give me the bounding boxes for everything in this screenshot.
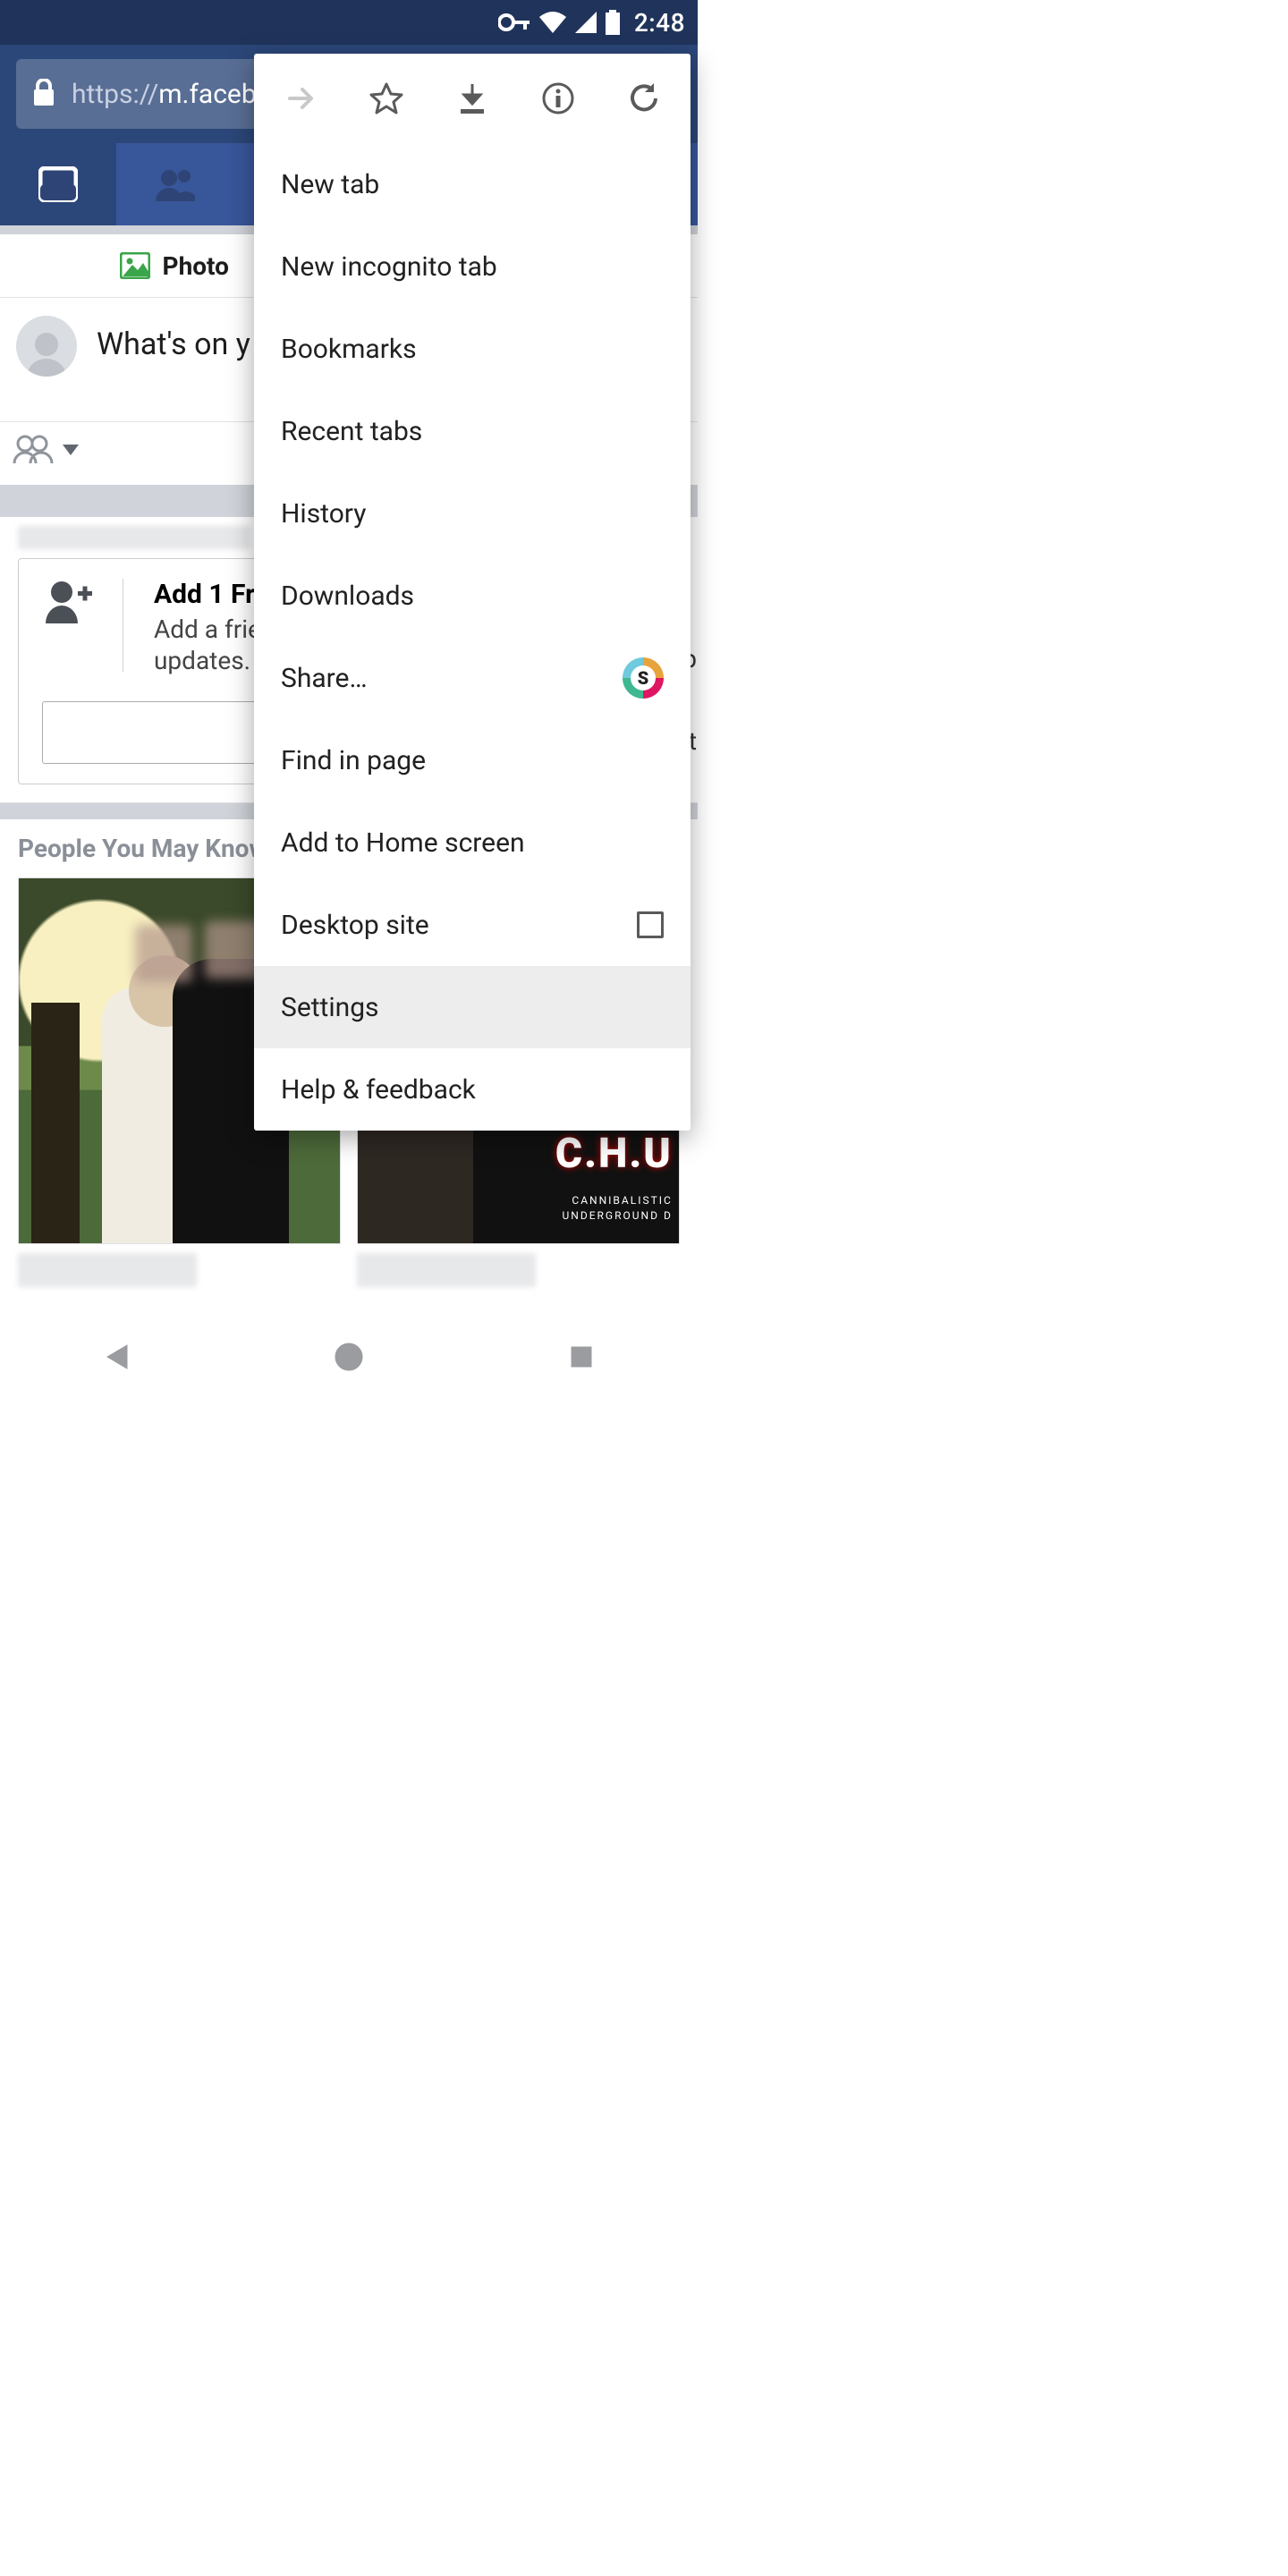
menu-downloads[interactable]: Downloads	[254, 555, 691, 637]
friends-icon	[13, 435, 54, 465]
page-info-button[interactable]	[538, 79, 578, 118]
menu-label: Desktop site	[281, 910, 429, 941]
refresh-icon	[627, 81, 661, 115]
menu-label: Share…	[281, 663, 368, 694]
system-nav-bar	[0, 1318, 698, 1395]
menu-add-to-home[interactable]: Add to Home screen	[254, 801, 691, 884]
add-friend-icon	[42, 579, 92, 623]
circle-home-icon	[334, 1342, 364, 1372]
triangle-back-icon	[104, 1343, 129, 1370]
url-host: m.faceb	[158, 79, 256, 110]
menu-new-incognito[interactable]: New incognito tab	[254, 225, 691, 308]
menu-help-feedback[interactable]: Help & feedback	[254, 1048, 691, 1131]
download-icon	[457, 82, 487, 114]
avatar	[16, 316, 77, 377]
menu-find-in-page[interactable]: Find in page	[254, 719, 691, 801]
status-bar: 2:48	[0, 0, 698, 45]
battery-icon	[606, 10, 620, 35]
bookmark-button[interactable]	[367, 79, 406, 118]
menu-label: Settings	[281, 992, 379, 1023]
menu-label: History	[281, 498, 366, 530]
menu-icon-row	[254, 54, 691, 143]
composer-placeholder: What's on y	[97, 326, 250, 362]
shirt-sub1: CANNIBALISTIC	[572, 1194, 672, 1207]
menu-settings[interactable]: Settings	[254, 966, 691, 1048]
redacted-text	[357, 1253, 536, 1287]
browser-overflow-menu: New tab New incognito tab Bookmarks Rece…	[254, 54, 691, 1131]
menu-label: Find in page	[281, 745, 426, 776]
fb-tab-friends[interactable]	[116, 143, 233, 225]
chevron-down-icon	[63, 445, 79, 455]
checkbox-unchecked-icon[interactable]	[637, 911, 664, 938]
menu-recent-tabs[interactable]: Recent tabs	[254, 390, 691, 472]
shirt-sub2: UNDERGROUND D	[563, 1209, 673, 1222]
star-icon	[369, 81, 403, 115]
download-button[interactable]	[453, 79, 492, 118]
forward-button[interactable]	[281, 79, 320, 118]
wifi-icon	[539, 12, 566, 33]
redacted-text	[18, 1253, 197, 1287]
menu-label: Add to Home screen	[281, 827, 525, 859]
redacted-text	[18, 526, 250, 549]
vpn-key-icon	[498, 13, 530, 31]
menu-label: New incognito tab	[281, 251, 497, 283]
nav-back-button[interactable]	[100, 1341, 132, 1373]
lock-icon	[32, 79, 55, 109]
menu-bookmarks[interactable]: Bookmarks	[254, 308, 691, 390]
info-icon	[541, 81, 575, 115]
photo-action-label: Photo	[163, 251, 229, 281]
menu-label: New tab	[281, 169, 379, 200]
menu-label: Bookmarks	[281, 334, 417, 365]
photo-icon	[120, 252, 150, 279]
menu-history[interactable]: History	[254, 472, 691, 555]
status-clock: 2:48	[634, 8, 685, 38]
fb-tab-feed[interactable]	[0, 143, 116, 225]
nav-recents-button[interactable]	[565, 1341, 597, 1373]
url-text: https://m.faceb	[72, 79, 257, 110]
slack-icon	[623, 657, 664, 699]
menu-label: Recent tabs	[281, 416, 422, 447]
nav-home-button[interactable]	[333, 1341, 365, 1373]
menu-label: Help & feedback	[281, 1074, 476, 1106]
reload-button[interactable]	[624, 79, 664, 118]
menu-share[interactable]: Share…	[254, 637, 691, 719]
shirt-text: C.H.U	[555, 1130, 673, 1178]
square-recents-icon	[570, 1345, 593, 1368]
arrow-forward-icon	[284, 82, 317, 114]
menu-new-tab[interactable]: New tab	[254, 143, 691, 225]
menu-label: Downloads	[281, 580, 414, 612]
cellular-icon	[575, 12, 597, 33]
url-scheme: https://	[72, 79, 158, 110]
menu-desktop-site[interactable]: Desktop site	[254, 884, 691, 966]
